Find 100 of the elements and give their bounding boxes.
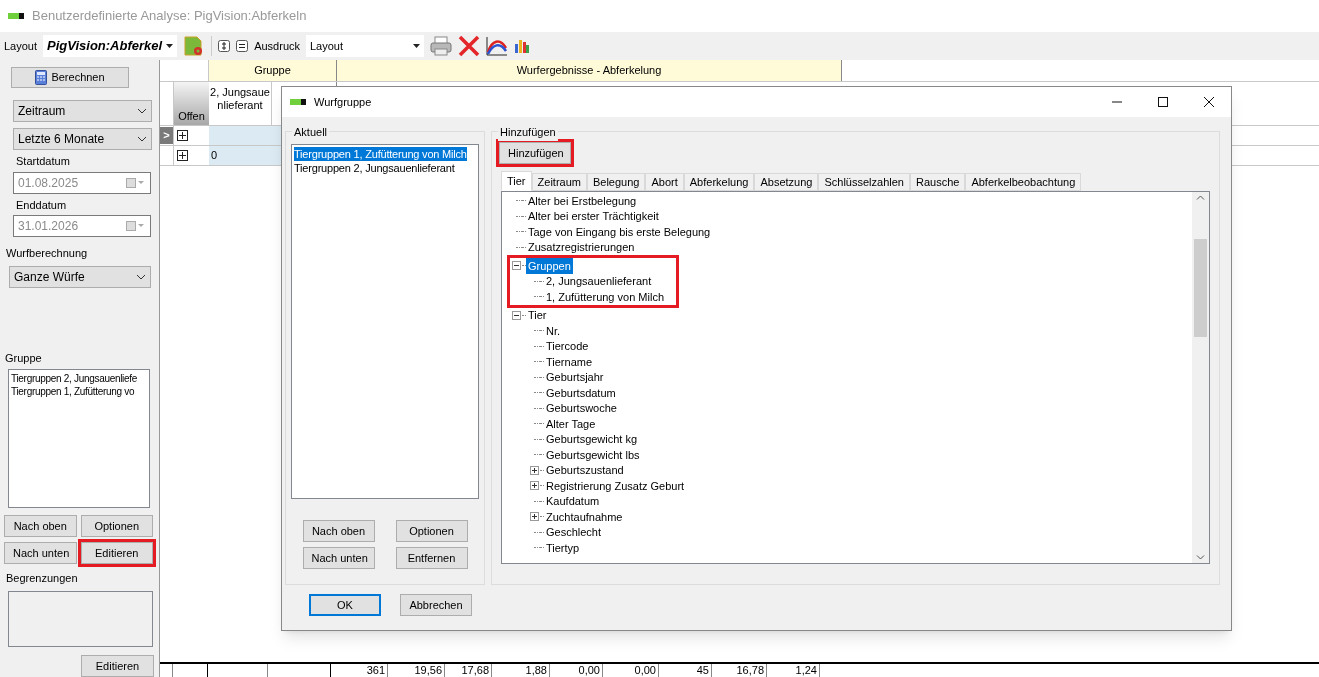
layout-label: Layout (4, 38, 38, 54)
range-select[interactable]: Letzte 6 Monate (13, 128, 152, 150)
push-button[interactable]: Nach oben (4, 515, 77, 538)
chevron-icon (137, 136, 147, 142)
total-cell: 1,88 (492, 664, 550, 677)
tree-item[interactable]: Alter bei Erstbelegung (526, 192, 639, 209)
app-icon (290, 99, 306, 105)
tree-item[interactable]: Kaufdatum (544, 493, 602, 510)
tree-item[interactable]: Geburtsjahr (544, 369, 606, 386)
push-button[interactable]: Editieren (81, 655, 154, 677)
tree-item[interactable]: Zuchtaufnahme (544, 508, 625, 525)
curve-chart-icon[interactable] (486, 36, 508, 56)
total-cell: 1,24 (767, 664, 820, 677)
tree-item[interactable]: Alter Tage (544, 415, 598, 432)
push-button[interactable]: Abbrechen (400, 594, 472, 616)
tree-item[interactable]: Alter bei erster Trächtigkeit (526, 208, 661, 225)
calculate-button[interactable]: Berechnen (11, 67, 129, 88)
saved-layout-dropdown[interactable]: PigVision:Abferkel (43, 35, 178, 57)
column-header[interactable]: 2, Jungsauenlieferant (209, 82, 272, 125)
tree-item[interactable]: Tiertyp (544, 539, 582, 556)
limits-label: Begrenzungen (6, 571, 79, 587)
print-layout-dropdown[interactable]: Layout (306, 35, 424, 57)
expand-icon[interactable] (529, 465, 539, 475)
total-cell: 361 (331, 664, 388, 677)
expand-icon[interactable] (177, 130, 188, 141)
total-cell: 19,56 (388, 664, 445, 677)
collapse-icon[interactable] (511, 310, 521, 320)
calculator-icon (35, 70, 48, 85)
caret-icon (166, 44, 174, 48)
end-date-label: Enddatum (16, 197, 68, 213)
chevron-icon (136, 273, 146, 280)
group-list[interactable]: Tiergruppen 2, Jungsauenliefe Tiergruppen 1, Zufütterung vo (8, 369, 150, 509)
ok-button[interactable]: OK (309, 594, 381, 616)
push-button[interactable]: Optionen (395, 520, 468, 542)
tree-item[interactable]: Geburtsdatum (544, 384, 618, 401)
tab[interactable]: Abferkelbeobachtung (965, 173, 1082, 191)
tree-item[interactable]: Tier (526, 307, 549, 324)
tree-item[interactable]: Tiername (544, 353, 595, 370)
push-button[interactable]: Nach unten (4, 542, 77, 565)
field-tree[interactable] (501, 191, 1210, 564)
push-button[interactable]: Nach unten (302, 547, 375, 569)
date-field[interactable]: 01.08.2025 (13, 171, 151, 194)
tab[interactable]: Abferkelung (683, 173, 755, 191)
dialog-title: Wurfgruppe (314, 94, 372, 110)
tab[interactable]: Absetzung (754, 173, 819, 191)
tab[interactable]: Rausche (909, 173, 966, 191)
tree-item[interactable]: Geburtszustand (544, 462, 626, 479)
list-item[interactable]: Tiergruppen 1, Zufütterung vo (11, 385, 135, 398)
calendar-icon (126, 177, 146, 188)
group-label: Gruppe (5, 350, 43, 366)
date-field[interactable]: 31.01.2026 (13, 215, 151, 237)
tree-item[interactable]: Geburtsgewicht kg (544, 431, 640, 448)
tree-item[interactable]: Geschlecht (544, 524, 604, 541)
expand-all-icon[interactable] (218, 40, 231, 52)
row-indicator: > (160, 127, 173, 144)
expand-icon[interactable] (529, 512, 539, 522)
tab[interactable]: Belegung (586, 173, 646, 191)
start-date-label: Startdatum (16, 154, 71, 169)
tab[interactable]: Zeitraum (531, 173, 587, 191)
delete-icon[interactable] (458, 35, 480, 57)
total-cell: 45 (659, 664, 712, 677)
close-icon[interactable] (1203, 96, 1215, 108)
calendar-icon (126, 221, 146, 231)
tree-item[interactable]: Gruppen (526, 257, 573, 274)
scroll-thumb[interactable] (1194, 238, 1207, 337)
collapse-all-icon[interactable] (236, 40, 249, 52)
app-icon (8, 13, 24, 19)
tree-item[interactable]: Zusatzregistrierungen (526, 239, 637, 256)
tree-item[interactable]: Registrierung Zusatz Geburt (544, 477, 687, 494)
push-button[interactable]: Nach oben (302, 520, 375, 542)
total-cell: 17,68 (445, 664, 492, 677)
tab[interactable]: Schlüsselzahlen (818, 173, 910, 191)
bar-chart-icon[interactable] (514, 38, 530, 54)
expand-icon[interactable] (529, 481, 539, 491)
push-button[interactable]: Hinzufügen (499, 142, 571, 164)
printer-icon[interactable] (430, 36, 452, 56)
push-button[interactable]: Optionen (80, 515, 153, 538)
tree-item[interactable]: Tiercode (544, 338, 591, 355)
window-title: Benutzerdefinierte Analyse: PigVision:Abferkeln (32, 7, 307, 26)
push-button[interactable]: Entfernen (395, 547, 468, 569)
scrollbar[interactable] (1192, 192, 1209, 563)
current-group-list[interactable]: Tiergruppen 1, Zufütterung von Milch Tiergruppen 2, Jungsauenlieferant (291, 144, 479, 499)
litter-calculation-select[interactable]: Ganze Würfe (9, 265, 151, 288)
tab[interactable]: Tier (501, 171, 532, 191)
list-item[interactable]: Tiergruppen 1, Zufütterung von Milch (294, 147, 467, 161)
tab[interactable]: Abort (645, 173, 684, 191)
tree-item[interactable]: Tage von Eingang bis erste Belegung (526, 223, 713, 240)
list-item[interactable]: Tiergruppen 2, Jungsauenliefe (11, 372, 138, 385)
tree-item[interactable]: 1, Zufütterung von Milch (544, 288, 666, 305)
push-button[interactable]: Editieren (80, 542, 153, 565)
tree-item[interactable]: Geburtswoche (544, 400, 619, 417)
collapse-icon[interactable] (511, 261, 521, 271)
tree-item[interactable]: 2, Jungsauenlieferant (544, 273, 654, 290)
limits-list[interactable] (8, 590, 153, 647)
tree-item[interactable]: Geburtsgewicht lbs (544, 446, 642, 463)
expand-icon[interactable] (177, 150, 188, 161)
period-select[interactable]: Zeitraum (13, 100, 152, 122)
tree-item[interactable]: Nr. (544, 322, 563, 339)
maximize-icon[interactable] (1157, 96, 1169, 108)
total-cell: 16,78 (712, 664, 767, 677)
